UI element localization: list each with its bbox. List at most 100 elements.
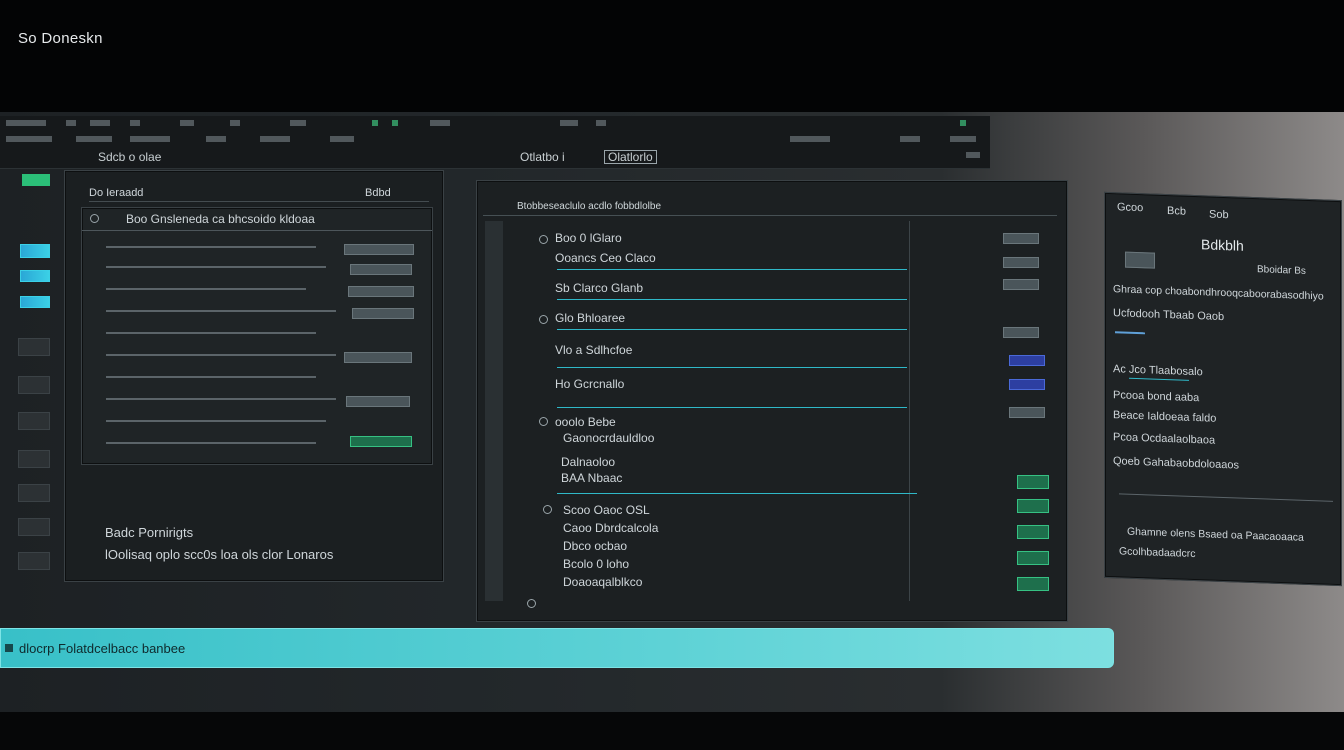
sidebar-button[interactable]: [18, 450, 50, 468]
center-item[interactable]: Ooancs Ceo Claco: [555, 251, 656, 265]
toolbar-button[interactable]: [596, 120, 606, 126]
toolbar-button[interactable]: [966, 152, 980, 158]
toolbar-button[interactable]: [260, 136, 290, 142]
sidebar-button[interactable]: [18, 484, 50, 502]
row-rule: [557, 407, 907, 408]
toolbar-button[interactable]: [950, 136, 976, 142]
right-item[interactable]: Beace Ialdoeaa faldo: [1113, 409, 1216, 425]
status-bar: dlocrp Folatdcelbacc banbee: [0, 628, 1114, 668]
item-chip[interactable]: [1017, 499, 1049, 513]
sidebar-button[interactable]: [20, 296, 50, 308]
center-item[interactable]: Scoo Oaoc OSL: [563, 503, 650, 517]
item-chip[interactable]: [1017, 551, 1049, 565]
center-item[interactable]: Glo Bhloaree: [555, 311, 625, 325]
center-item[interactable]: Doaoaqalblkco: [563, 575, 642, 589]
left-tab[interactable]: Do Ieraadd: [89, 187, 143, 199]
toolbar-button[interactable]: [790, 136, 830, 142]
item-chip[interactable]: [1003, 257, 1039, 268]
toolbar-button[interactable]: [960, 120, 966, 126]
sidebar-button[interactable]: [18, 412, 50, 430]
right-tab[interactable]: Bcb: [1167, 205, 1186, 218]
center-item[interactable]: Gaonocrdauldloo: [563, 431, 654, 445]
center-item[interactable]: Dbco ocbao: [563, 539, 627, 553]
center-item[interactable]: Bcolo 0 loho: [563, 557, 629, 571]
row-chip[interactable]: [352, 308, 414, 319]
left-panel: Do Ieraadd Bdbd Boo Gnsleneda ca bhcsoid…: [64, 170, 444, 582]
sidebar: [0, 168, 58, 588]
toolbar-button[interactable]: [180, 120, 194, 126]
row-bar: [106, 376, 316, 378]
item-chip[interactable]: [1003, 327, 1039, 338]
row-bar: [106, 332, 316, 334]
item-chip[interactable]: [1017, 577, 1049, 591]
left-list-window: Boo Gnsleneda ca bhcsoido kldoaa: [81, 207, 433, 465]
right-item[interactable]: Pcooa bond aaba: [1113, 389, 1199, 404]
right-item[interactable]: Pcoa Ocdaalaolbaoa: [1113, 431, 1215, 447]
right-tab[interactable]: Sob: [1209, 209, 1229, 222]
center-item[interactable]: Caoo Dbrdcalcola: [563, 521, 658, 535]
center-item[interactable]: Sb Clarco Glanb: [555, 281, 643, 295]
toolbar-button[interactable]: [90, 120, 110, 126]
item-chip[interactable]: [1009, 379, 1045, 390]
toolbar-button[interactable]: [372, 120, 378, 126]
item-chip[interactable]: [1003, 233, 1039, 244]
toolbar-button[interactable]: [130, 136, 170, 142]
right-item[interactable]: Ucfodooh Tbaab Oaob: [1113, 307, 1224, 323]
toolbar-button[interactable]: [900, 136, 920, 142]
toolbar-button[interactable]: [290, 120, 306, 126]
right-item[interactable]: Ac Jco Tlaabosalo: [1113, 363, 1203, 378]
left-tab[interactable]: Bdbd: [365, 187, 391, 199]
toolbar-label: Sdcb o olae: [98, 150, 162, 164]
item-chip[interactable]: [1009, 355, 1045, 366]
right-item[interactable]: Ghraa cop choabondhrooqcaboorabasodhiyo: [1113, 283, 1324, 302]
right-tab[interactable]: Gcoo: [1117, 201, 1143, 214]
right-item[interactable]: Gcolhbadaadcrc: [1119, 545, 1195, 560]
center-item[interactable]: Dalnaoloo: [561, 455, 615, 469]
toolbar-button[interactable]: [560, 120, 578, 126]
sidebar-button[interactable]: [18, 518, 50, 536]
center-item[interactable]: Vlo a Sdlhcfoe: [555, 343, 632, 357]
row-bar: [106, 246, 316, 248]
toolbar-button[interactable]: [76, 136, 112, 142]
row-chip[interactable]: [350, 264, 412, 275]
toolbar-button[interactable]: [6, 136, 52, 142]
center-item[interactable]: BAA Nbaac: [561, 471, 622, 485]
center-item[interactable]: Boo 0 lGlaro: [555, 231, 622, 245]
item-chip[interactable]: [1003, 279, 1039, 290]
toolbar-button[interactable]: [392, 120, 398, 126]
row-chip[interactable]: [346, 396, 410, 407]
right-title: Bdkblh: [1201, 236, 1244, 254]
toolbar-tab[interactable]: Olatlorlo: [604, 150, 657, 164]
center-item[interactable]: ooolo Bebe: [555, 415, 616, 429]
sidebar-button[interactable]: [20, 270, 50, 282]
right-badge[interactable]: [1125, 251, 1155, 269]
toolbar-button[interactable]: [430, 120, 450, 126]
row-chip[interactable]: [344, 244, 414, 255]
right-item[interactable]: Qoeb Gahabaobdoloaaos: [1113, 455, 1239, 471]
toolbar-button[interactable]: [330, 136, 354, 142]
toolbar-button[interactable]: [130, 120, 140, 126]
sidebar-button[interactable]: [20, 244, 50, 258]
row-rule: [557, 367, 907, 368]
sidebar-button[interactable]: [18, 338, 50, 356]
right-item[interactable]: Ghamne olens Bsaed oa Paacaoaaca: [1127, 526, 1304, 544]
sidebar-button[interactable]: [18, 376, 50, 394]
toolbar-button[interactable]: [230, 120, 240, 126]
row-chip[interactable]: [350, 436, 412, 447]
item-chip[interactable]: [1017, 525, 1049, 539]
row-chip[interactable]: [344, 352, 412, 363]
row-rule: [557, 299, 907, 300]
status-icon: [5, 644, 13, 652]
sidebar-button[interactable]: [22, 174, 50, 186]
sidebar-button[interactable]: [18, 552, 50, 570]
row-chip[interactable]: [348, 286, 414, 297]
toolbar-button[interactable]: [6, 120, 46, 126]
item-chip[interactable]: [1009, 407, 1045, 418]
divider: [89, 201, 429, 202]
item-icon: [527, 599, 536, 608]
header-radio[interactable]: [90, 214, 99, 223]
center-item[interactable]: Ho Gcrcnallo: [555, 377, 624, 391]
toolbar-button[interactable]: [206, 136, 226, 142]
toolbar-button[interactable]: [66, 120, 76, 126]
item-chip[interactable]: [1017, 475, 1049, 489]
